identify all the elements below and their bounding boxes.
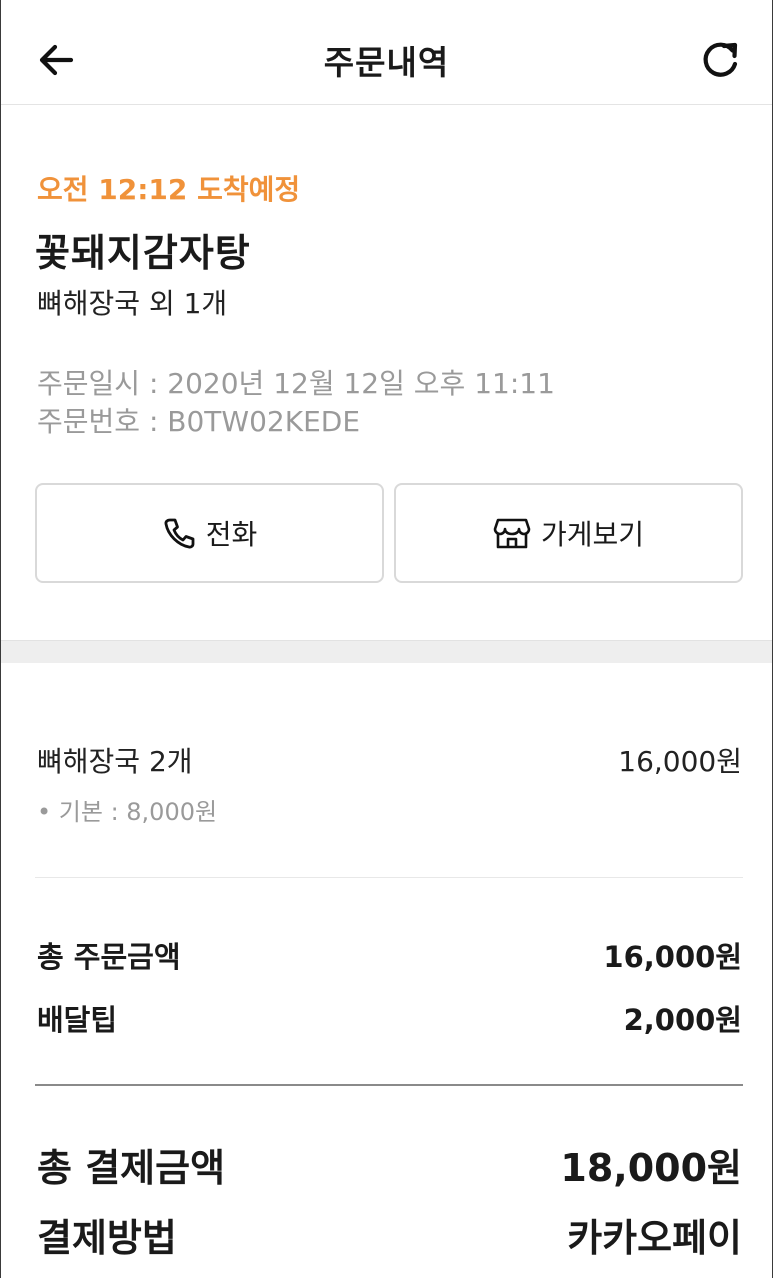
view-store-button-label: 가게보기 xyxy=(540,518,645,551)
order-item-price: 16,000원 xyxy=(618,745,742,778)
payment-method-value: 카카오페이 xyxy=(567,1216,742,1260)
store-name: 꽃돼지감자탕 xyxy=(35,231,251,275)
order-number: 주문번호 : B0TW02KEDE xyxy=(37,405,361,438)
order-item-option: • 기본 : 8,000원 xyxy=(37,798,218,826)
total-divider xyxy=(35,1084,743,1086)
page-title: 주문내역 xyxy=(323,43,450,82)
delivery-tip-label: 배달팁 xyxy=(37,1003,118,1037)
view-store-button[interactable]: 가게보기 xyxy=(394,483,743,583)
subtotal-value: 16,000원 xyxy=(603,940,742,974)
items-divider xyxy=(35,877,743,878)
subtotal-label: 총 주문금액 xyxy=(37,940,181,974)
delivery-eta: 오전 12:12 도착예정 xyxy=(37,173,301,206)
call-button[interactable]: 전화 xyxy=(35,483,384,583)
order-date: 주문일시 : 2020년 12월 12일 오후 11:11 xyxy=(37,367,555,400)
app-header: 주문내역 xyxy=(1,0,772,105)
order-item-name: 뼈해장국 2개 xyxy=(37,745,193,778)
payment-method-label: 결제방법 xyxy=(37,1216,177,1260)
phone-icon xyxy=(164,518,195,549)
delivery-tip-value: 2,000원 xyxy=(623,1003,742,1037)
storefront-icon xyxy=(493,518,531,549)
total-payment-value: 18,000원 xyxy=(560,1146,742,1190)
refresh-button[interactable] xyxy=(695,36,747,84)
refresh-icon xyxy=(703,42,738,77)
total-payment-label: 총 결제금액 xyxy=(37,1146,226,1190)
call-button-label: 전화 xyxy=(205,518,258,551)
menu-summary: 뼈해장국 외 1개 xyxy=(37,287,228,320)
section-divider xyxy=(1,640,772,663)
order-detail-screen: 주문내역 오전 12:12 도착예정 꽃돼지감자탕 뼈해장국 외 1개 주문일시… xyxy=(0,0,773,1278)
